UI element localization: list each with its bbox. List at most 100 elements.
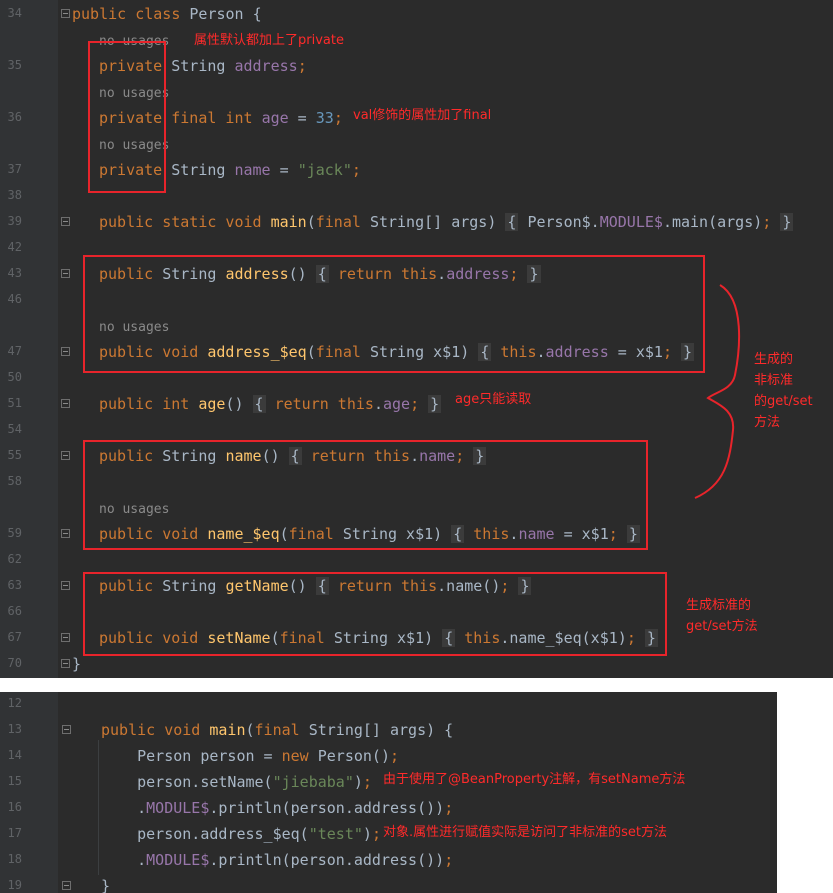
code-token: ; [297,57,307,75]
annotation-bean-property: 由于使用了@BeanProperty注解，有setName方法 [383,772,686,787]
code-token: age [261,109,289,127]
code-token: = [288,109,316,127]
code-token: ; [390,747,400,765]
line-number: 58 [7,474,22,488]
code-token: ; [410,395,420,413]
annotation-val-final: val修饰的属性加了final [353,108,492,123]
curly-brace-drawing [694,284,741,499]
fold-toggle-icon[interactable] [62,725,71,734]
code-token: ( [245,721,255,739]
line-gutter [0,0,58,678]
fold-toggle-icon[interactable] [62,881,71,890]
code-token: } [72,655,82,673]
line-number: 39 [7,214,22,228]
code-line[interactable]: public void main(final String[] args) { [74,720,453,740]
code-token: ; [351,161,361,179]
line-number: 13 [7,722,22,736]
code-line[interactable]: person.setName("jiebaba"); [74,772,372,792]
code-token: .println(person.address()) [209,799,445,817]
code-token: Person { [189,5,262,23]
line-number: 17 [7,826,22,840]
fold-toggle-icon[interactable] [61,347,70,356]
code-token: public static void [99,213,271,231]
code-token: address [234,57,298,75]
code-token: Person person = [101,747,282,765]
line-number: 35 [7,58,22,72]
code-token: "jack" [297,161,352,179]
code-line[interactable]: .MODULE$.println(person.address()); [74,798,453,818]
code-line[interactable]: Person person = new Person(); [74,746,399,766]
annotation-nonstandard-getset: 生成的 非标准 的get/set 方法 [754,352,813,430]
code-token: final [315,213,370,231]
code-line[interactable] [72,420,99,440]
code-token: public int [99,395,199,413]
code-token: public class [72,5,190,23]
code-token: ) [362,825,372,843]
line-number: 37 [7,162,22,176]
code-token: return this [274,395,374,413]
code-line[interactable]: public int age() { return this.age; } [72,394,442,414]
code-token: } [428,395,442,413]
line-number: 46 [7,292,22,306]
line-number: 38 [7,188,22,202]
annotation-private-default: 属性默认都加上了private [194,33,344,48]
code-token: { [252,395,266,413]
code-line[interactable]: } [72,654,81,674]
fold-toggle-icon[interactable] [61,633,70,642]
line-number: 62 [7,552,22,566]
fold-toggle-icon[interactable] [61,581,70,590]
fold-toggle-icon[interactable] [61,9,70,18]
fold-toggle-icon[interactable] [61,399,70,408]
line-number: 19 [7,878,22,892]
code-token: MODULE$ [146,799,210,817]
code-token: Person$. [518,213,600,231]
code-token: "test" [308,825,363,843]
code-token: age [198,395,226,413]
code-token: () [225,395,253,413]
code-line[interactable]: person.address_$eq("test"); [74,824,381,844]
code-token: age [382,395,411,413]
code-token: ; [371,825,381,843]
code-token: main [270,213,307,231]
code-line[interactable]: } [74,876,110,893]
code-token: { [505,213,519,231]
code-token: . [101,851,147,869]
line-number: 51 [7,396,22,410]
code-token: MODULE$ [599,213,663,231]
fold-toggle-icon[interactable] [61,269,70,278]
code-token: new [281,747,318,765]
code-token: public void [101,721,210,739]
code-token: ( [306,213,316,231]
code-token: . [101,799,147,817]
annotation-age-readonly: age只能读取 [455,392,532,407]
fold-toggle-icon[interactable] [61,529,70,538]
line-number: 15 [7,774,22,788]
code-line[interactable]: public class Person { [72,4,262,24]
code-token: = [270,161,298,179]
private-modifier-highlight [88,41,166,193]
line-number: 43 [7,266,22,280]
code-token: .main(args) [662,213,763,231]
line-number: 14 [7,748,22,762]
fold-toggle-icon[interactable] [61,451,70,460]
code-line[interactable]: public static void main(final String[] a… [72,212,794,232]
code-token: ; [762,213,772,231]
code-line[interactable]: .MODULE$.println(person.address()); [74,850,453,870]
fold-toggle-icon[interactable] [61,217,70,226]
fold-toggle-icon[interactable] [61,659,70,668]
name-accessors-highlight [83,440,648,550]
code-line[interactable] [72,550,99,570]
code-token: name [234,161,271,179]
code-token: String[] args) [369,213,506,231]
code-line[interactable] [74,694,101,714]
code-token: String[] args) { [308,721,454,739]
code-token: MODULE$ [146,851,210,869]
code-panel-top: 34 public class Person {no usages 35 privat… [0,0,833,678]
code-token: String [171,161,235,179]
code-token: main [209,721,246,739]
line-number: 18 [7,852,22,866]
line-number: 59 [7,526,22,540]
code-token: } [780,213,794,231]
